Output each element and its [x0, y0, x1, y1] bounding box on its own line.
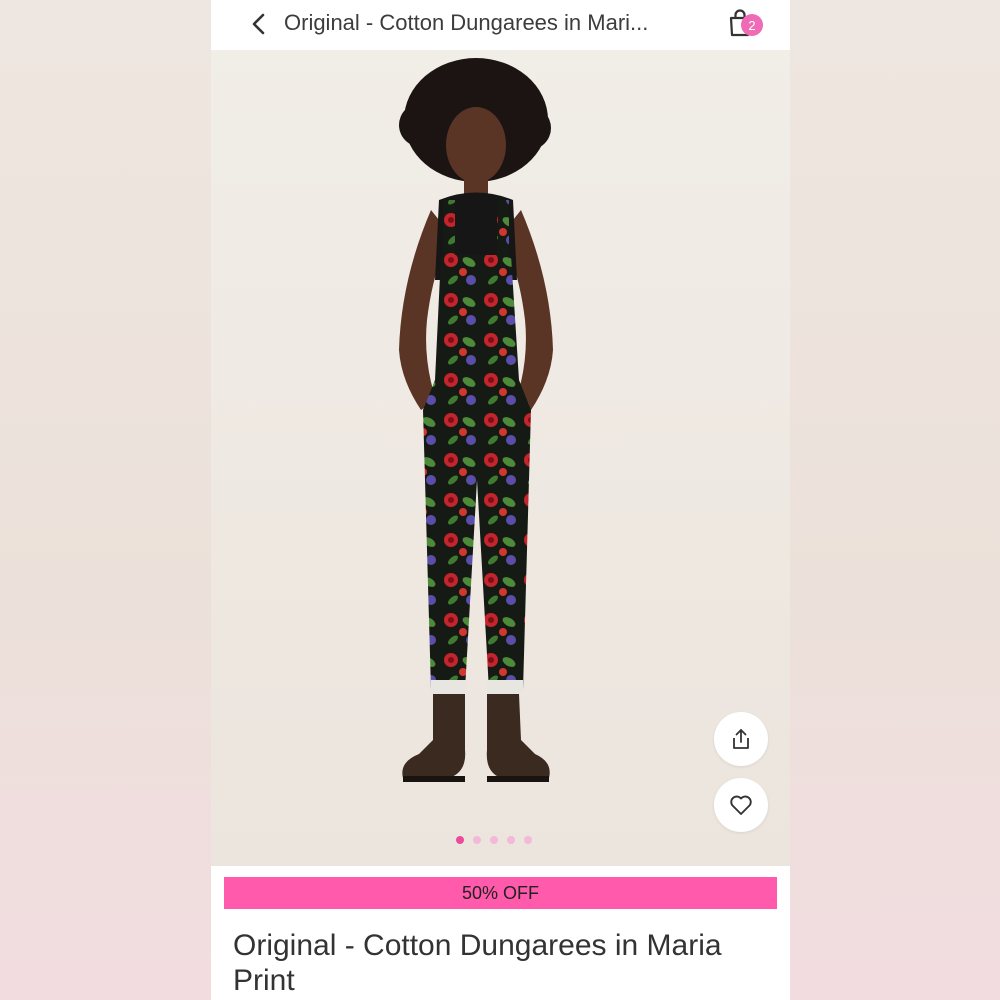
backdrop-left — [0, 0, 211, 1000]
gallery-dot[interactable] — [524, 836, 532, 844]
favorite-button[interactable] — [714, 778, 768, 832]
back-button[interactable] — [245, 10, 273, 38]
top-bar: Original - Cotton Dungarees in Mari... 2 — [211, 0, 790, 50]
backdrop-right — [789, 0, 1000, 1000]
page-title: Original - Cotton Dungarees in Mari... — [284, 10, 649, 35]
share-button[interactable] — [714, 712, 768, 766]
gallery-dot[interactable] — [473, 836, 481, 844]
gallery-pagination — [456, 836, 532, 844]
product-title: Original - Cotton Dungarees in Maria Pri… — [233, 929, 722, 997]
discount-banner: 50% OFF — [224, 877, 777, 909]
share-icon — [733, 729, 749, 749]
heart-icon — [730, 795, 752, 815]
gallery-dot[interactable] — [490, 836, 498, 844]
product-image-gallery[interactable] — [211, 50, 790, 866]
cart-button[interactable]: 2 — [727, 8, 767, 40]
product-photo-model — [399, 58, 553, 782]
chevron-left-icon — [252, 13, 265, 35]
cart-count-badge: 2 — [741, 14, 763, 36]
gallery-dot[interactable] — [456, 836, 464, 844]
app-screen: Original - Cotton Dungarees in Mari... 2 — [211, 0, 790, 1000]
gallery-dot[interactable] — [507, 836, 515, 844]
